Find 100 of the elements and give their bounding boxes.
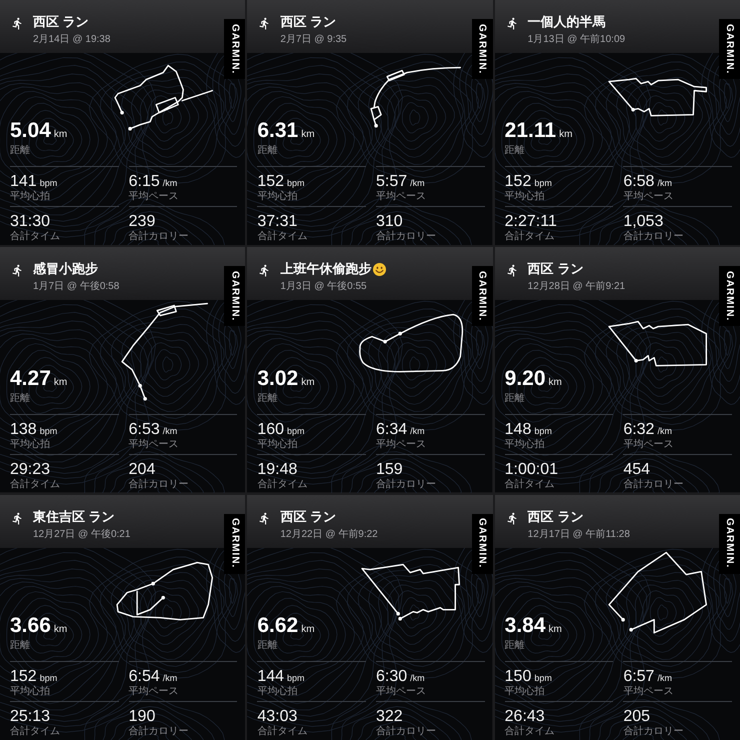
activity-title: 西区 ラン [280, 508, 336, 525]
brand-logo: GARMIN. [718, 266, 740, 326]
distance-value: 21.11 [504, 120, 556, 142]
stat-label: 合計タイム [10, 231, 61, 244]
runner-icon [11, 512, 24, 525]
stat-value: 25:13 [10, 708, 50, 725]
distance-label: 距離 [257, 640, 278, 652]
stat-label: 平均心拍 [257, 438, 298, 451]
unit-label: bpm [40, 178, 58, 188]
activity-date: 1月13日 @ 午前10:09 [528, 34, 626, 46]
unit-label: /km [657, 178, 672, 188]
unit-label: km [54, 129, 68, 140]
stat-label: 平均心拍 [504, 438, 546, 451]
brand-logo: GARMIN. [224, 266, 246, 326]
brand-logo: GARMIN. [718, 514, 740, 574]
runner-icon [11, 264, 24, 278]
stat-value: 1,053 [623, 213, 664, 230]
unit-label: bpm [534, 178, 552, 188]
runner-icon [506, 17, 519, 30]
stat-value: 159 [376, 460, 403, 478]
stat-label: 平均ペース [376, 686, 427, 698]
runner-icon [506, 512, 519, 525]
stat-value: 6:58 [623, 173, 654, 190]
unit-label: km [548, 624, 562, 635]
stat-label: 合計カロリー [128, 231, 190, 244]
distance-value: 4.27 [10, 368, 51, 390]
distance-label: 距離 [10, 145, 31, 158]
brand-logo: GARMIN. [472, 514, 493, 574]
stat-value: 310 [376, 213, 403, 230]
distance-label: 距離 [257, 392, 278, 405]
stat-value: 37:31 [257, 213, 298, 230]
stat-value: 205 [623, 708, 650, 725]
stat-value: 6:30 [376, 668, 408, 685]
stat-label: 平均ペース [623, 686, 674, 698]
brand-logo: GARMIN. [224, 19, 246, 79]
unit-label: /km [657, 426, 672, 436]
stat-label: 合計カロリー [623, 231, 684, 244]
unit-label: bpm [534, 672, 552, 683]
stat-label: 平均ペース [128, 191, 180, 204]
activity-date: 2月14日 @ 19:38 [33, 34, 110, 46]
distance-label: 距離 [504, 145, 526, 158]
activity-date: 12月17日 @ 午前11:28 [528, 528, 630, 541]
stat-value: 152 [257, 173, 284, 190]
stat-value: 144 [257, 668, 284, 685]
activity-date: 12月28日 @ 午前9:21 [528, 281, 626, 294]
stat-label: 合計タイム [504, 231, 556, 244]
stat-value: 152 [10, 668, 37, 685]
runner-icon [506, 264, 519, 278]
unit-label: /km [162, 426, 178, 436]
stat-label: 合計カロリー [623, 726, 684, 738]
stat-label: 合計タイム [10, 478, 61, 491]
unit-label: km [548, 376, 562, 388]
stat-value: 204 [128, 460, 156, 478]
distance-value: 6.31 [257, 120, 298, 142]
distance-label: 距離 [504, 640, 526, 652]
unit-label: /km [162, 672, 178, 683]
activity-date: 1月7日 @ 午後0:58 [33, 281, 120, 294]
activity-title: 西区 ラン [33, 14, 89, 30]
distance-value: 3.84 [504, 614, 546, 637]
distance-label: 距離 [504, 392, 526, 405]
brand-logo: GARMIN. [224, 514, 246, 574]
stat-label: 平均ペース [376, 191, 427, 204]
stat-value: 190 [128, 708, 156, 725]
stat-label: 合計タイム [504, 726, 556, 738]
stat-value: 6:15 [128, 173, 160, 190]
activity-title: 東住吉区 ラン [33, 508, 115, 525]
stat-label: 合計カロリー [376, 478, 437, 491]
stat-label: 平均心拍 [10, 438, 51, 451]
distance-label: 距離 [10, 392, 31, 405]
runner-icon [258, 512, 272, 525]
stat-value: 6:54 [128, 668, 160, 685]
stat-value: 6:34 [376, 420, 408, 438]
stat-value: 29:23 [10, 460, 50, 478]
unit-label: km [559, 129, 572, 140]
stat-label: 合計タイム [10, 726, 61, 738]
stat-value: 26:43 [504, 708, 545, 725]
runner-icon [258, 264, 272, 278]
unit-label: bpm [287, 178, 305, 188]
stat-label: 平均心拍 [10, 686, 51, 698]
activity-title: 西区 ラン [528, 261, 584, 278]
unit-label: km [301, 376, 315, 388]
stat-label: 平均ペース [623, 438, 674, 451]
stat-label: 平均心拍 [257, 191, 298, 204]
stat-label: 合計カロリー [128, 478, 190, 491]
stat-label: 平均心拍 [10, 191, 51, 204]
stat-value: 5:57 [376, 173, 408, 190]
distance-value: 3.66 [10, 614, 51, 637]
distance-value: 6.62 [257, 614, 298, 637]
distance-value: 9.20 [504, 368, 546, 390]
stat-value: 239 [128, 213, 156, 230]
stat-value: 150 [504, 668, 532, 685]
stat-value: 141 [10, 173, 37, 190]
activity-date: 2月7日 @ 9:35 [280, 34, 347, 46]
activity-date: 12月22日 @ 午前9:22 [280, 528, 378, 541]
distance-value: 5.04 [10, 120, 51, 142]
activity-date: 12月27日 @ 午後0:21 [33, 528, 130, 541]
stat-value: 138 [10, 420, 37, 438]
stat-label: 平均心拍 [504, 191, 546, 204]
unit-label: bpm [40, 672, 58, 683]
unit-label: km [301, 624, 315, 635]
